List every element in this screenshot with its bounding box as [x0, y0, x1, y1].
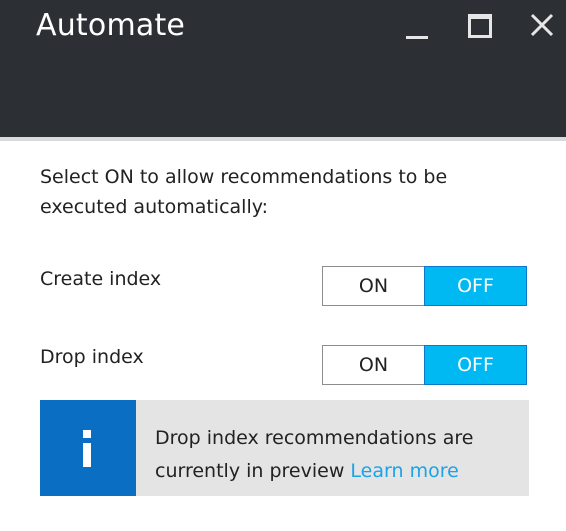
maximize-button[interactable]	[463, 10, 497, 44]
blade-header: Automate	[0, 0, 566, 137]
header-divider	[0, 137, 566, 141]
info-icon	[40, 400, 136, 496]
drop-index-toggle: ON OFF	[322, 345, 527, 385]
minimize-icon	[406, 36, 428, 39]
learn-more-link[interactable]: Learn more	[350, 460, 458, 482]
drop-index-label: Drop index	[40, 346, 144, 368]
blade-title: Automate	[36, 8, 186, 43]
preview-info-banner: Drop index recommendations are currently…	[40, 400, 529, 496]
minimize-button[interactable]	[400, 10, 434, 44]
create-index-off-option[interactable]: OFF	[424, 266, 527, 306]
close-icon	[530, 13, 554, 37]
close-button[interactable]	[526, 10, 560, 44]
create-index-toggle: ON OFF	[322, 266, 527, 306]
maximize-icon	[468, 14, 492, 38]
drop-index-on-option[interactable]: ON	[323, 346, 424, 384]
drop-index-off-option[interactable]: OFF	[424, 345, 527, 385]
create-index-label: Create index	[40, 268, 162, 290]
info-message: Drop index recommendations are currently…	[155, 422, 515, 488]
create-index-on-option[interactable]: ON	[323, 267, 424, 305]
description-text: Select ON to allow recommendations to be…	[40, 166, 448, 218]
